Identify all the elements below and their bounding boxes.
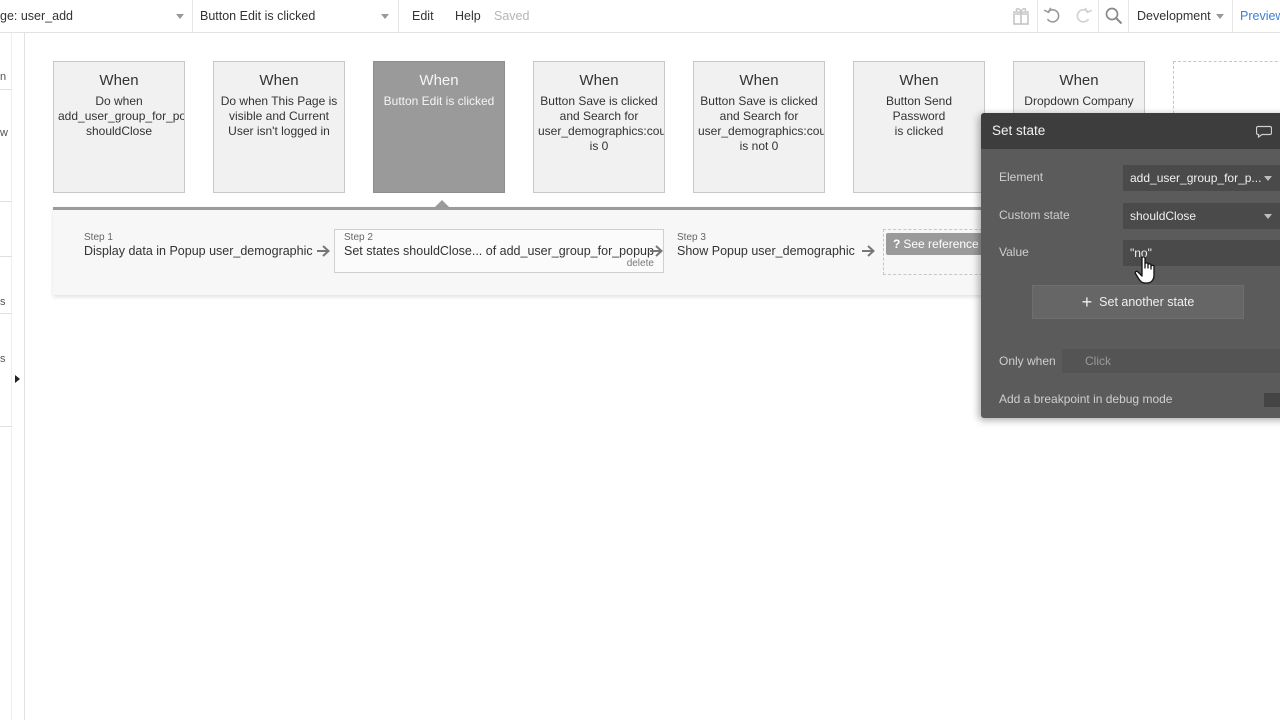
workflow-step-3[interactable]: Step 3 Show Popup user_demographic — [677, 232, 855, 258]
event-when-label: When — [419, 72, 459, 89]
sidebar-rule — [0, 201, 12, 202]
element-value: add_user_group_for_p... — [1130, 171, 1262, 185]
sidebar-rule — [0, 256, 12, 257]
event-card[interactable]: When Button Save is clicked and Search f… — [693, 61, 825, 193]
divider — [1098, 0, 1099, 32]
element-label: Element — [999, 170, 1044, 184]
menu-help[interactable]: Help — [455, 0, 481, 32]
left-sidebar: n w s s — [0, 33, 25, 720]
divider — [1037, 0, 1038, 32]
divider — [1232, 0, 1233, 32]
event-card[interactable]: When Button Save is clicked and Search f… — [533, 61, 665, 193]
hand-cursor-icon — [1134, 256, 1155, 284]
sidebar-divider — [11, 33, 12, 720]
event-when-label: When — [579, 72, 619, 89]
panel-title: Set state — [992, 123, 1046, 138]
arrow-right-icon — [862, 245, 875, 257]
step-number: Step 2 — [344, 232, 373, 243]
divider — [398, 0, 399, 32]
saved-status: Saved — [494, 9, 530, 23]
sidebar-rule — [0, 426, 12, 427]
element-dropdown[interactable]: add_user_group_for_p... — [1123, 165, 1280, 191]
event-selector-chevron-down-icon[interactable] — [381, 14, 389, 19]
divider — [1128, 0, 1129, 32]
sidebar-fragment: n — [0, 71, 7, 83]
page-selector[interactable]: ge: user_add — [0, 0, 180, 32]
event-when-label: When — [739, 72, 779, 89]
undo-icon[interactable] — [1043, 6, 1063, 26]
top-bar: ge: user_add Button Edit is clicked Edit… — [0, 0, 1280, 33]
sidebar-rule — [0, 313, 12, 314]
set-another-state-button[interactable]: + Set another state — [1032, 285, 1244, 319]
panel-header: Set state — [981, 113, 1280, 149]
value-label: Value — [999, 245, 1029, 259]
custom-state-dropdown[interactable]: shouldClose — [1123, 203, 1280, 229]
event-description: Dropdown Company — [1024, 94, 1134, 108]
event-description: Button Send Password is clicked — [885, 94, 953, 138]
plus-icon: + — [1081, 292, 1093, 312]
custom-state-label: Custom state — [999, 208, 1070, 222]
sidebar-fragment: s — [0, 296, 6, 308]
sidebar-rule — [0, 89, 12, 90]
version-selector-label: Development — [1137, 9, 1211, 23]
event-when-label: When — [99, 72, 139, 89]
divider — [192, 0, 193, 32]
custom-state-value: shouldClose — [1130, 209, 1197, 223]
preview-link[interactable]: Preview — [1240, 0, 1280, 32]
step-action: Display data in Popup user_demographic — [84, 244, 313, 258]
help-icon: ? — [893, 237, 901, 251]
version-chevron-down-icon[interactable] — [1216, 14, 1224, 19]
event-when-label: When — [259, 72, 299, 89]
page-selector-chevron-down-icon[interactable] — [176, 14, 184, 19]
event-card-selected[interactable]: When Button Edit is clicked — [373, 61, 505, 193]
expand-arrow-icon[interactable] — [15, 375, 20, 383]
page-selector-label: ge: user_add — [0, 9, 73, 23]
comment-icon[interactable] — [1256, 125, 1272, 138]
only-when-placeholder: Click — [1085, 354, 1111, 368]
debug-breakpoint-toggle[interactable] — [1264, 393, 1280, 407]
event-card[interactable]: When Button Send Password is clicked — [853, 61, 985, 193]
arrow-right-icon — [317, 245, 330, 257]
event-card[interactable]: When Do when This Page is visible and Cu… — [213, 61, 345, 193]
search-icon[interactable] — [1104, 6, 1124, 26]
only-when-label: Only when — [999, 354, 1056, 368]
event-description: Do when add_user_group_for_po shouldClos… — [58, 94, 184, 138]
event-description: Button Save is clicked and Search for us… — [538, 94, 664, 153]
redo-icon[interactable] — [1073, 6, 1093, 26]
custom-state-chevron-down-icon[interactable] — [1264, 214, 1272, 219]
event-card[interactable]: When Do when add_user_group_for_po shoul… — [53, 61, 185, 193]
event-description: Do when This Page is visible and Current… — [220, 94, 338, 138]
event-description: Button Save is clicked and Search for us… — [698, 94, 824, 153]
set-another-state-label: Set another state — [1099, 295, 1195, 309]
step-action: Set states shouldClose... of add_user_gr… — [344, 244, 654, 258]
gift-icon[interactable] — [1011, 6, 1031, 26]
debug-breakpoint-label: Add a breakpoint in debug mode — [999, 392, 1173, 406]
sidebar-fragment: s — [0, 353, 6, 365]
delete-step-link[interactable]: delete — [627, 258, 654, 269]
workflow-step-1[interactable]: Step 1 Display data in Popup user_demogr… — [84, 232, 313, 258]
selected-event-pointer — [435, 200, 449, 207]
set-state-panel: Set state Element add_user_group_for_p..… — [981, 113, 1280, 418]
event-description: Button Edit is clicked — [383, 94, 495, 108]
element-chevron-down-icon[interactable] — [1264, 176, 1272, 181]
event-when-label: When — [899, 72, 939, 89]
menu-edit[interactable]: Edit — [412, 0, 434, 32]
step-action: Show Popup user_demographic — [677, 244, 855, 258]
step-number: Step 3 — [677, 232, 706, 243]
event-selector-label: Button Edit is clicked — [200, 9, 316, 23]
sidebar-link-fragment[interactable]: w — [0, 127, 8, 139]
step-number: Step 1 — [84, 232, 113, 243]
arrow-right-icon — [650, 245, 663, 257]
only-when-field[interactable]: Click — [1062, 349, 1280, 373]
version-selector[interactable]: Development — [1137, 0, 1227, 32]
event-when-label: When — [1059, 72, 1099, 89]
workflow-step-2[interactable]: Step 2 Set states shouldClose... of add_… — [334, 229, 664, 273]
event-selector[interactable]: Button Edit is clicked — [200, 0, 385, 32]
